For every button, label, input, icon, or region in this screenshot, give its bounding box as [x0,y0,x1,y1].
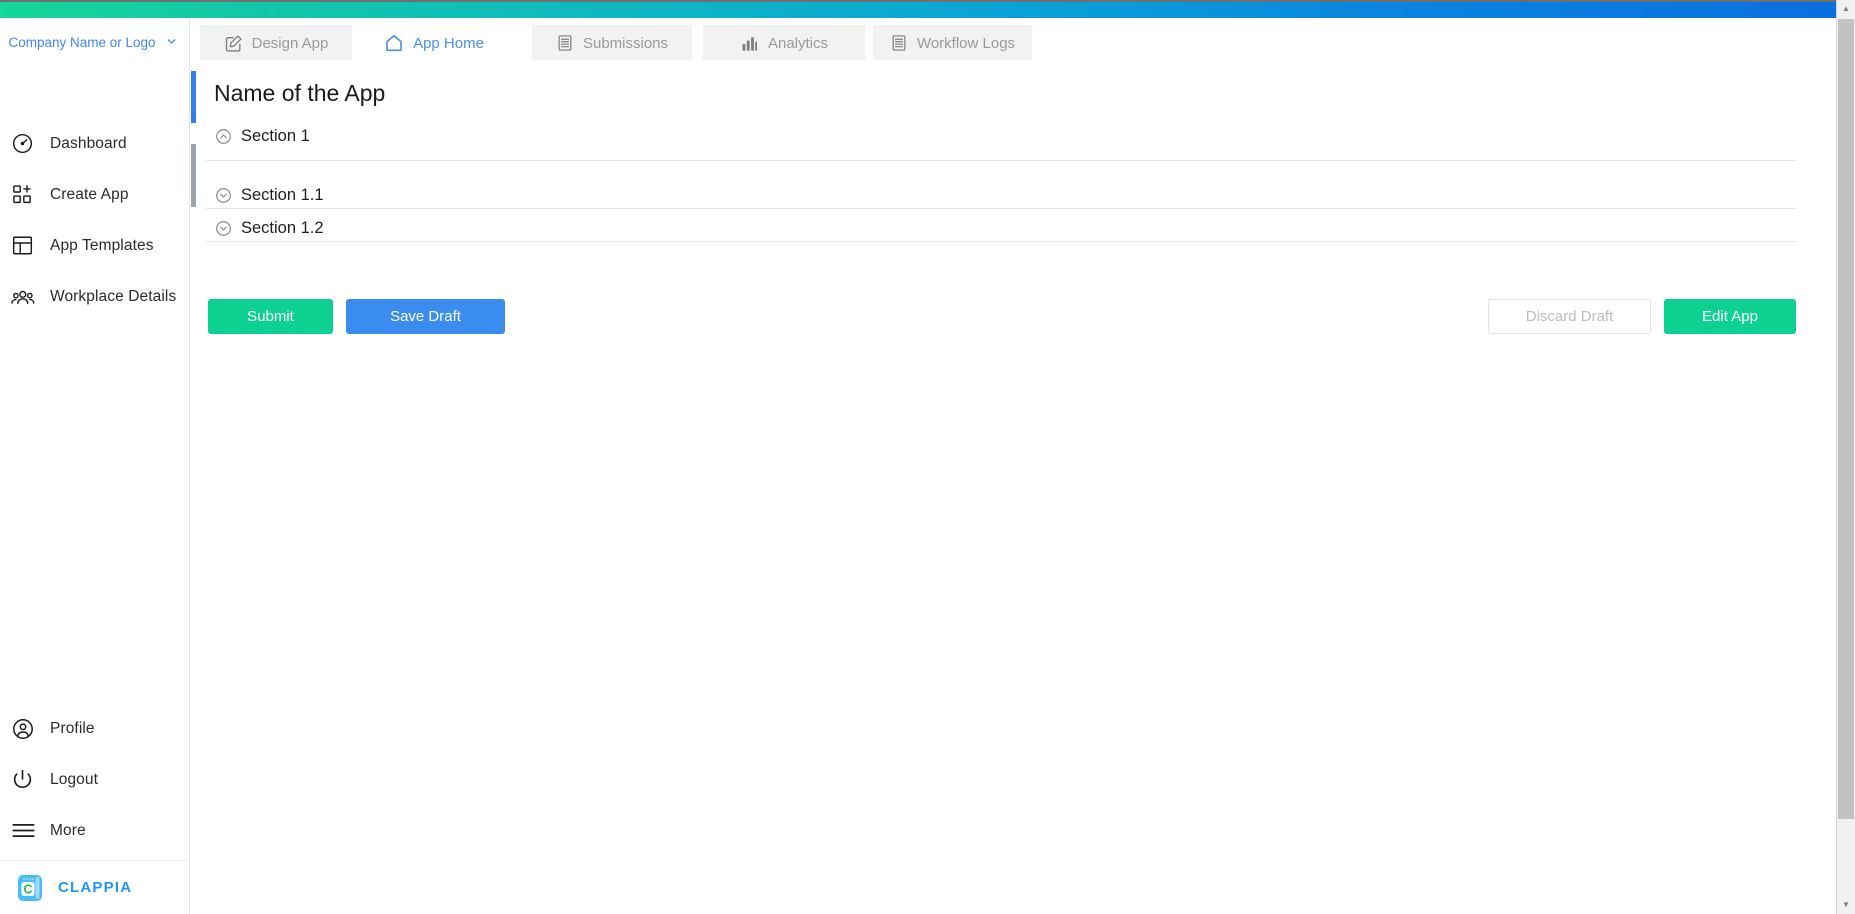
sidebar-item-logout[interactable]: Logout [0,754,190,805]
tab-workflow-logs[interactable]: Workflow Logs [873,25,1032,61]
company-selector[interactable]: Company Name or Logo [0,24,190,80]
chevron-up-circle-icon[interactable] [214,128,232,146]
section-divider [206,160,1796,161]
tab-submissions[interactable]: Submissions [532,25,692,61]
sidebar-item-label: Dashboard [41,135,127,153]
page-title: Name of the App [214,80,385,107]
sidebar-item-more[interactable]: More [0,805,190,856]
tab-label: Analytics [768,35,828,52]
main-content: Name of the App Section 1 Section 1.1 [191,60,1836,914]
people-group-icon [11,285,41,309]
section-divider [206,208,1796,209]
sidebar-nav-main: Dashboard Create App [0,118,190,322]
brand-footer[interactable]: C CLAPPIA [0,860,190,914]
brand-gradient-bar [0,2,1836,18]
clappia-logo-icon: C [14,872,46,904]
speedometer-icon [11,132,41,155]
tab-app-home[interactable]: App Home [360,25,508,61]
sidebar-item-label: Workplace Details [41,288,176,306]
list-document-icon [556,34,574,52]
tab-label: Design App [252,35,329,52]
edit-app-button[interactable]: Edit App [1664,299,1796,334]
section-label: Section 1.1 [241,186,324,205]
chevron-down-circle-icon[interactable] [214,220,232,238]
app-window: ▲ ▼ Company Name or Logo Dashboard [0,0,1855,914]
tab-label: Workflow Logs [917,35,1015,52]
company-name-label: Company Name or Logo [0,32,160,53]
chevron-down-circle-icon[interactable] [214,187,232,205]
bar-chart-icon [740,34,759,53]
save-draft-button[interactable]: Save Draft [346,299,505,334]
window-scrollbar[interactable]: ▲ ▼ [1836,0,1855,914]
layout-template-icon [11,234,41,257]
section-header-1-1[interactable]: Section 1.1 [214,186,324,205]
tab-design-app[interactable]: Design App [200,25,352,61]
section-header-1-2[interactable]: Section 1.2 [214,219,324,238]
sidebar-item-label: Logout [41,771,98,789]
sidebar-nav-bottom: Profile Logout More [0,703,190,856]
sidebar-item-app-templates[interactable]: App Templates [0,220,190,271]
list-document-icon [890,34,908,52]
sidebar-item-dashboard[interactable]: Dashboard [0,118,190,169]
content-scrollbar[interactable] [191,60,197,914]
hamburger-menu-icon [11,818,41,843]
section-header-1[interactable]: Section 1 [214,127,310,146]
submit-button[interactable]: Submit [208,299,333,334]
chevron-down-icon[interactable] [160,32,182,48]
scroll-down-arrow-icon[interactable]: ▼ [1837,896,1855,914]
sidebar-item-label: App Templates [41,237,154,255]
sidebar-item-label: More [41,822,86,840]
power-icon [11,768,41,791]
sidebar-item-label: Create App [41,186,129,204]
user-circle-icon [11,717,41,741]
sidebar-item-label: Profile [41,720,95,738]
content-scrollbar-thumb[interactable] [191,144,196,207]
tab-label: App Home [413,35,484,52]
section-divider [206,241,1796,242]
discard-draft-button[interactable]: Discard Draft [1488,299,1651,334]
section-label: Section 1.2 [241,219,324,238]
sidebar-item-create-app[interactable]: Create App [0,169,190,220]
sidebar: Company Name or Logo Dashboard [0,18,190,914]
tab-label: Submissions [583,35,668,52]
pencil-square-icon [224,34,243,53]
scroll-up-arrow-icon[interactable]: ▲ [1837,0,1855,18]
sidebar-item-workplace-details[interactable]: Workplace Details [0,271,190,322]
svg-text:C: C [23,882,32,896]
sidebar-item-profile[interactable]: Profile [0,703,190,754]
home-icon [384,33,404,53]
scrollbar-thumb[interactable] [1838,19,1854,819]
add-grid-icon [11,183,41,206]
top-tabbar: Design App App Home Submissions [190,20,1836,60]
brand-name-label: CLAPPIA [46,879,132,896]
section-label: Section 1 [241,127,310,146]
tab-analytics[interactable]: Analytics [703,25,865,61]
title-accent-bar [191,71,196,123]
